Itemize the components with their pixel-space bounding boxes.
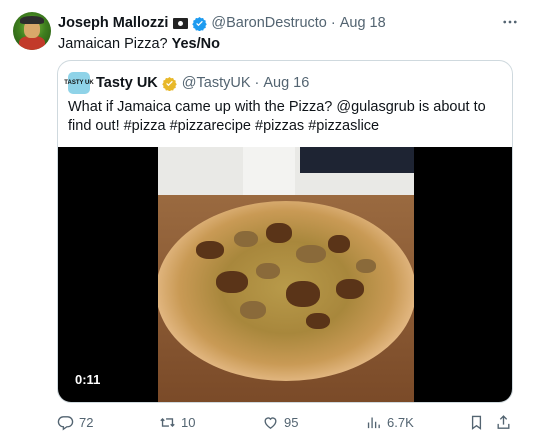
like-count: 95 [284, 414, 299, 430]
tweet-text: Jamaican Pizza? Yes/No [58, 36, 220, 52]
reply-icon [57, 415, 74, 431]
pizza-image [158, 201, 414, 381]
video-thumbnail [158, 147, 414, 402]
quoted-author-avatar[interactable]: TASTY UK [64, 72, 94, 94]
retweet-button[interactable]: 10 [159, 412, 195, 432]
author-handle[interactable]: @BaronDestructo [211, 15, 326, 31]
verified-badge-icon[interactable] [192, 16, 208, 31]
tweet-text-plain: Jamaican Pizza? [58, 36, 168, 52]
views-chart-icon [367, 417, 380, 428]
heart-icon [264, 416, 277, 429]
views-button[interactable]: 6.7K [365, 412, 414, 432]
view-count: 6.7K [387, 414, 414, 430]
gold-verified-badge-icon[interactable] [162, 76, 177, 91]
quoted-tweet-text: What if Jamaica came up with the Pizza? … [68, 99, 486, 134]
quoted-tweet-timestamp[interactable]: Aug 16 [263, 75, 309, 91]
tweet-text-bold: Yes/No [171, 36, 220, 52]
retweet-icon [160, 417, 175, 427]
quoted-author-handle[interactable]: @TastyUK [182, 75, 251, 91]
like-button[interactable]: 95 [262, 412, 298, 432]
tweet-actions: 72 10 95 6.7K [57, 412, 517, 432]
quoted-tweet[interactable]: TASTY UK Tasty UK @TastyUK · Aug 16 What… [57, 60, 513, 403]
retweet-count: 10 [181, 414, 196, 430]
quoted-separator-dot: · [254, 75, 260, 91]
share-button[interactable] [495, 412, 517, 432]
reply-button[interactable]: 72 [57, 412, 93, 432]
bookmark-button[interactable] [468, 412, 490, 432]
author-avatar[interactable] [13, 12, 51, 50]
tweet[interactable]: Joseph Mallozzi @BaronDestructo · Aug 18… [0, 0, 540, 443]
separator-dot: · [330, 15, 336, 31]
author-name[interactable]: Joseph Mallozzi [58, 15, 168, 31]
quoted-tweet-header: TASTY UK Tasty UK @TastyUK · Aug 16 [64, 72, 309, 94]
video-player[interactable]: 0:11 [58, 147, 512, 402]
tweet-header: Joseph Mallozzi @BaronDestructo · Aug 18 [58, 14, 386, 32]
more-options-icon[interactable] [500, 13, 520, 33]
video-duration: 0:11 [70, 371, 106, 388]
quoted-author-name[interactable]: Tasty UK [96, 75, 158, 91]
bookmark-icon [471, 415, 482, 430]
reply-count: 72 [79, 414, 94, 430]
tweet-timestamp[interactable]: Aug 18 [340, 15, 386, 31]
pirate-flag-icon [173, 17, 189, 29]
share-icon [497, 414, 510, 429]
